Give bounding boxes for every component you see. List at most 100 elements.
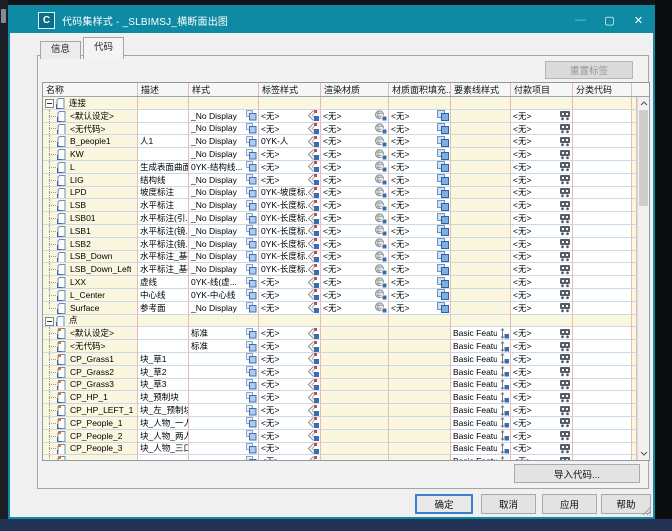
classification-cell[interactable]	[573, 430, 632, 443]
material-fill-cell[interactable]: <无>	[389, 251, 451, 264]
render-material-cell[interactable]: <无>	[321, 148, 389, 161]
label-style-icon[interactable]	[307, 136, 319, 147]
pay-item-cell[interactable]: <无>	[511, 443, 573, 456]
style-cell[interactable]: 标准	[189, 327, 259, 340]
style-picker-icon[interactable]	[245, 302, 257, 313]
titlebar[interactable]: C 代码集样式 - _SLBIMSJ_横断面出图 — ▢ ✕	[10, 7, 653, 33]
description-cell[interactable]	[138, 110, 189, 123]
render-material-icon[interactable]	[375, 264, 387, 275]
description-cell[interactable]: 坡度标注	[138, 187, 189, 200]
label-style-cell[interactable]: <无>	[259, 379, 321, 392]
feature-line-cell[interactable]: Basic Featu...	[451, 379, 511, 392]
table-group-row[interactable]: 连接	[43, 97, 637, 110]
description-cell[interactable]: 生成表面曲面	[138, 161, 189, 174]
render-material-icon[interactable]	[375, 302, 387, 313]
classification-cell[interactable]	[573, 225, 632, 238]
pay-item-cell[interactable]: <无>	[511, 404, 573, 417]
column-header[interactable]: 材质面积填充...	[389, 83, 451, 96]
label-style-cell[interactable]: <无>	[259, 366, 321, 379]
render-material-cell[interactable]: <无>	[321, 251, 389, 264]
material-fill-cell[interactable]: <无>	[389, 302, 451, 315]
ok-button[interactable]: 确定	[415, 494, 473, 514]
area-fill-icon[interactable]	[437, 264, 449, 275]
pay-item-cell[interactable]: <无>	[511, 455, 573, 460]
render-material-icon[interactable]	[375, 213, 387, 224]
label-style-icon[interactable]	[307, 405, 319, 416]
material-fill-cell[interactable]: <无>	[389, 161, 451, 174]
tree-item-name[interactable]: CP_People_2	[43, 430, 138, 443]
column-header[interactable]: 分类代码	[573, 83, 632, 96]
pay-item-cell[interactable]: <无>	[511, 251, 573, 264]
area-fill-icon[interactable]	[437, 277, 449, 288]
feature-line-cell[interactable]: Basic Featu...	[451, 353, 511, 366]
column-header[interactable]: 要素线样式	[451, 83, 511, 96]
pay-item-icon[interactable]	[559, 123, 571, 134]
classification-cell[interactable]	[573, 263, 632, 276]
material-fill-cell[interactable]: <无>	[389, 187, 451, 200]
pay-item-icon[interactable]	[559, 277, 571, 288]
description-cell[interactable]	[138, 327, 189, 340]
label-style-cell[interactable]: <无>	[259, 174, 321, 187]
label-style-cell[interactable]: <无>	[259, 161, 321, 174]
label-style-cell[interactable]: <无>	[259, 353, 321, 366]
pay-item-icon[interactable]	[559, 225, 571, 236]
tree-item-name[interactable]: <默认设定>	[43, 327, 138, 340]
style-picker-icon[interactable]	[245, 430, 257, 441]
style-cell[interactable]: _No Display	[189, 187, 259, 200]
material-fill-cell[interactable]: <无>	[389, 174, 451, 187]
render-material-icon[interactable]	[375, 174, 387, 185]
column-header[interactable]: 渲染材质	[321, 83, 389, 96]
pay-item-cell[interactable]: <无>	[511, 187, 573, 200]
tab-info[interactable]: 信息	[40, 41, 81, 59]
style-cell[interactable]: _No Display	[189, 174, 259, 187]
style-picker-icon[interactable]	[245, 341, 257, 352]
material-fill-cell[interactable]: <无>	[389, 225, 451, 238]
cancel-button[interactable]: 取消	[481, 494, 536, 514]
classification-cell[interactable]	[573, 404, 632, 417]
label-style-icon[interactable]	[307, 366, 319, 377]
feature-line-cell[interactable]: Basic Featu...	[451, 327, 511, 340]
table-row[interactable]: LSB2水平标注(镜..._No Display0YK-长度标...<无><无>…	[43, 238, 637, 251]
render-material-cell[interactable]: <无>	[321, 289, 389, 302]
area-fill-icon[interactable]	[437, 251, 449, 262]
pay-item-icon[interactable]	[559, 392, 571, 403]
pay-item-cell[interactable]: <无>	[511, 430, 573, 443]
classification-cell[interactable]	[573, 276, 632, 289]
pay-item-cell[interactable]: <无>	[511, 417, 573, 430]
description-cell[interactable]	[138, 340, 189, 353]
reset-labels-button[interactable]: 重置标签	[545, 61, 633, 79]
area-fill-icon[interactable]	[437, 149, 449, 160]
label-style-icon[interactable]	[307, 161, 319, 172]
tree-item-name[interactable]: CP_Grass1	[43, 353, 138, 366]
style-cell[interactable]: 0YK-线(虚...	[189, 276, 259, 289]
pay-item-cell[interactable]: <无>	[511, 123, 573, 136]
table-row[interactable]: <无代码>标准<无>Basic Featu...<无>	[43, 340, 637, 353]
pay-item-cell[interactable]: <无>	[511, 110, 573, 123]
table-row[interactable]: LSB01水平标注(引..._No Display0YK-长度标...<无><无…	[43, 212, 637, 225]
style-picker-icon[interactable]	[245, 405, 257, 416]
tree-item-name[interactable]: LSB1	[43, 225, 138, 238]
pay-item-icon[interactable]	[559, 289, 571, 300]
render-material-icon[interactable]	[375, 123, 387, 134]
tree-item-name[interactable]: CP_Grass3	[43, 379, 138, 392]
feature-line-icon[interactable]	[497, 417, 509, 428]
material-fill-cell[interactable]: <无>	[389, 276, 451, 289]
table-row[interactable]: CP_People_2块_人物_两人<无>Basic Featu...<无>	[43, 430, 637, 443]
description-cell[interactable]	[138, 455, 189, 460]
style-cell[interactable]	[189, 443, 259, 456]
feature-line-cell[interactable]: Basic Featu...	[451, 340, 511, 353]
render-material-cell[interactable]: <无>	[321, 199, 389, 212]
material-fill-cell[interactable]: <无>	[389, 123, 451, 136]
table-row[interactable]: <无代码>_No Display<无><无><无><无>	[43, 123, 637, 136]
minimize-icon[interactable]: —	[566, 7, 595, 33]
classification-cell[interactable]	[573, 379, 632, 392]
column-header[interactable]: 标签样式	[259, 83, 321, 96]
style-picker-icon[interactable]	[245, 417, 257, 428]
column-header[interactable]: 样式	[189, 83, 259, 96]
maximize-icon[interactable]: ▢	[595, 7, 624, 33]
label-style-icon[interactable]	[307, 417, 319, 428]
tree-item-name[interactable]: <无代码>	[43, 340, 138, 353]
label-style-cell[interactable]: 0YK-长度标...	[259, 251, 321, 264]
render-material-cell[interactable]: <无>	[321, 212, 389, 225]
table-row[interactable]: LIG结构线_No Display<无><无><无><无>	[43, 174, 637, 187]
